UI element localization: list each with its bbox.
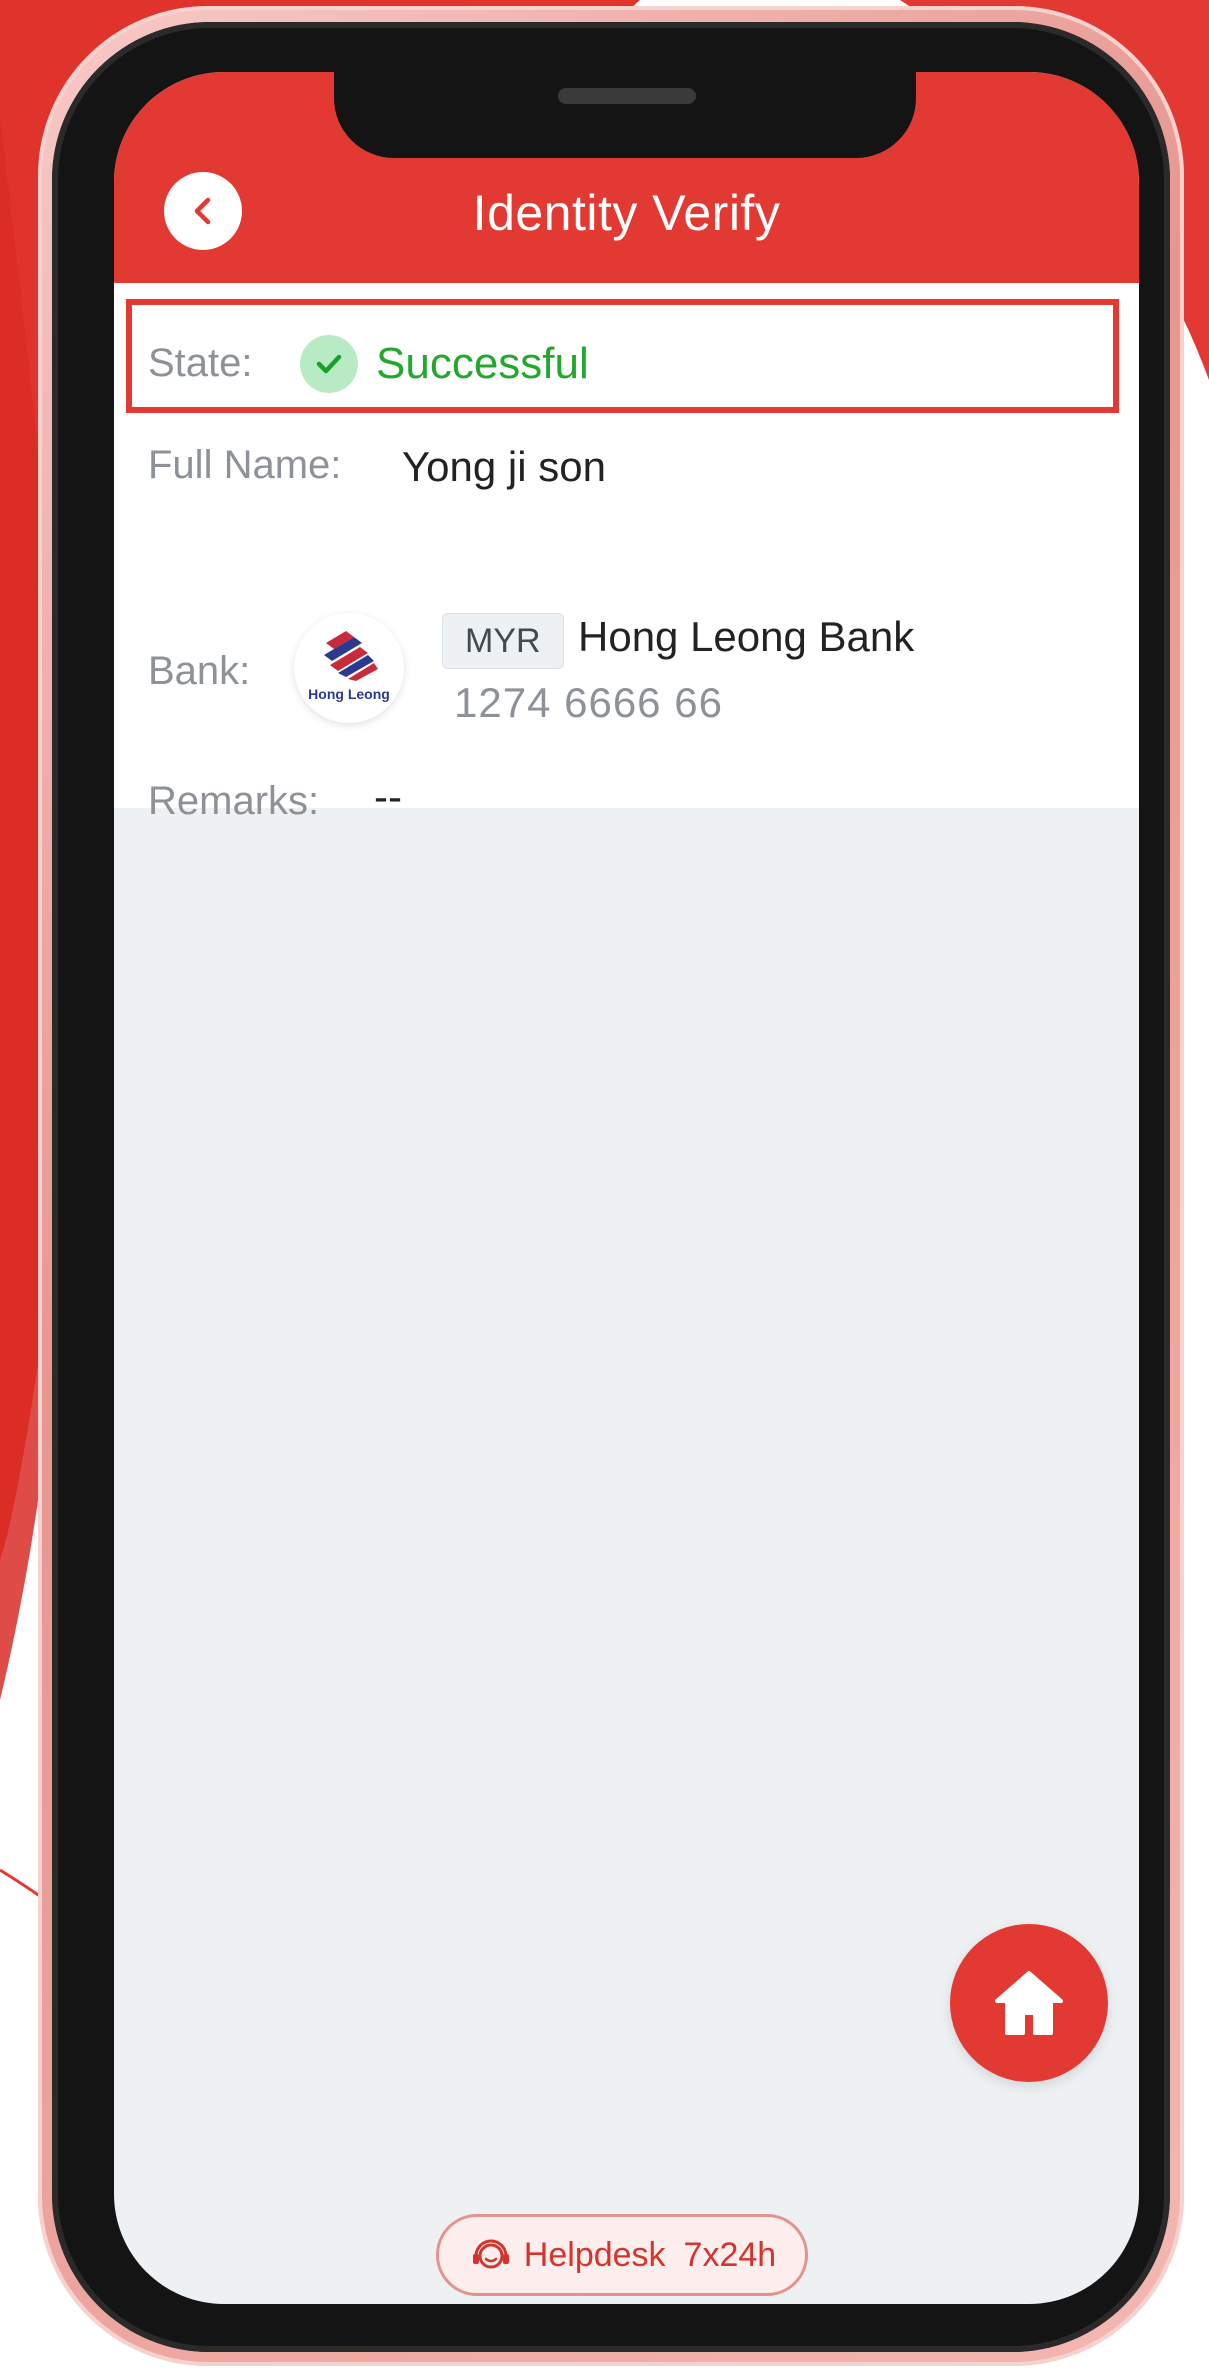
home-button[interactable] [950, 1924, 1108, 2082]
state-value: Successful [376, 339, 589, 388]
helpdesk-label: Helpdesk [523, 2235, 666, 2274]
helpdesk-hours: 7x24h [683, 2235, 777, 2274]
helpdesk-button[interactable]: Helpdesk 7x24h [436, 2214, 808, 2296]
currency-tag: MYR [442, 613, 564, 669]
full-name-value: Yong ji son [402, 443, 606, 490]
verification-details-card: State: Successful Full Name: Yong ji son… [114, 283, 1139, 823]
app-screen: Identity Verify State: Successful Full N… [114, 72, 1139, 2304]
account-number: 1274 6666 66 [454, 679, 723, 726]
bank-name: Hong Leong Bank [578, 613, 915, 660]
phone-notch [334, 72, 916, 158]
bank-label: Bank: [148, 649, 251, 693]
remarks-label: Remarks: [148, 779, 320, 823]
page-title: Identity Verify [472, 185, 781, 241]
phone-speaker [558, 88, 696, 104]
bank-logo-text: Hong Leong [308, 686, 390, 702]
state-highlight-box [126, 299, 1119, 413]
home-icon [995, 1971, 1063, 2035]
state-label: State: [148, 341, 253, 385]
bank-logo-icon: Hong Leong [308, 631, 390, 702]
headset-icon [472, 2239, 509, 2269]
bank-logo: Hong Leong [294, 613, 404, 723]
full-name-label: Full Name: [148, 443, 342, 487]
state-status-indicator [300, 335, 358, 393]
check-circle-icon [316, 354, 342, 374]
remarks-value: -- [374, 773, 402, 820]
